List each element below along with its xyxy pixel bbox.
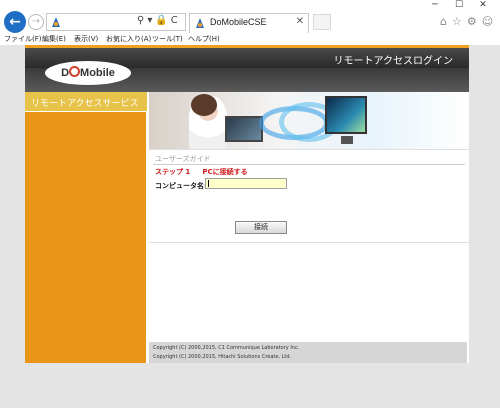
monitor-image bbox=[325, 96, 367, 134]
browser-navbar: ← → ⚲▾🔒C DoMobileCSE ✕ ⌂☆⚙☺ bbox=[0, 10, 500, 34]
banner-image bbox=[149, 92, 469, 150]
domobile-logo: D Mobile bbox=[45, 61, 131, 85]
footer: Copyright (C) 2000,2015, C1 Communique L… bbox=[149, 342, 467, 363]
computer-name-input[interactable] bbox=[205, 178, 287, 189]
new-tab-button[interactable] bbox=[313, 14, 331, 30]
menu-tools[interactable]: ツール(T) bbox=[152, 34, 183, 45]
logo-letter-d: D bbox=[61, 67, 70, 79]
menu-edit[interactable]: 編集(E) bbox=[42, 34, 66, 45]
woman-hair bbox=[191, 94, 217, 116]
address-tools-icons[interactable]: ⚲▾🔒C bbox=[137, 15, 181, 26]
laptop-image bbox=[225, 116, 263, 142]
sidebar: リモートアクセスサービス bbox=[25, 92, 147, 363]
menu-favorites[interactable]: お気に入り(A) bbox=[106, 34, 151, 45]
users-guide-label: ユーザーズガイド bbox=[155, 155, 211, 163]
divider bbox=[153, 164, 465, 165]
sidebar-title: リモートアクセスサービス bbox=[31, 99, 139, 109]
step-number: ステップ 1 bbox=[155, 168, 191, 176]
back-arrow-icon[interactable]: ← bbox=[4, 11, 26, 33]
logo-text: Mobile bbox=[80, 67, 115, 79]
menu-view[interactable]: 表示(V) bbox=[74, 34, 98, 45]
sidebar-header: リモートアクセスサービス bbox=[25, 92, 147, 112]
divider bbox=[149, 242, 469, 243]
close-window-button[interactable]: ✕ bbox=[470, 0, 496, 10]
address-bar[interactable]: ⚲▾🔒C bbox=[46, 13, 186, 31]
tab-title: DoMobileCSE bbox=[210, 17, 267, 27]
window-titlebar: ─ ☐ ✕ bbox=[0, 0, 500, 10]
step-text: PCに接続する bbox=[202, 168, 248, 176]
forward-arrow-icon[interactable]: → bbox=[28, 14, 44, 30]
step-heading: ステップ 1 PCに接続する bbox=[155, 167, 248, 177]
browser-tab[interactable]: DoMobileCSE ✕ bbox=[189, 13, 309, 33]
monitor-stand bbox=[341, 136, 353, 144]
tab-close-icon[interactable]: ✕ bbox=[296, 16, 304, 27]
menu-help[interactable]: ヘルプ(H) bbox=[188, 34, 220, 45]
menu-file[interactable]: ファイル(F) bbox=[4, 34, 42, 45]
domobile-favicon-icon bbox=[52, 17, 60, 27]
menu-bar: ファイル(F) 編集(E) 表示(V) お気に入り(A) ツール(T) ヘルプ(… bbox=[0, 34, 500, 45]
copyright-line: Copyright (C) 2000,2015, Hitachi Solutio… bbox=[153, 354, 292, 360]
page-viewport: リモートアクセスログイン D Mobile リモートアクセスサービス ユーザーズガ… bbox=[0, 45, 500, 408]
login-page: リモートアクセスログイン D Mobile リモートアクセスサービス ユーザーズガ… bbox=[25, 45, 469, 363]
connect-button[interactable]: 接続 bbox=[235, 221, 287, 234]
browser-toolbar-icons[interactable]: ⌂☆⚙☺ bbox=[440, 15, 498, 28]
domobile-favicon-icon bbox=[196, 18, 204, 28]
maximize-button[interactable]: ☐ bbox=[446, 0, 472, 10]
minimize-button[interactable]: ─ bbox=[422, 0, 448, 10]
computer-name-label: コンピュータ名: bbox=[155, 182, 207, 190]
page-title: リモートアクセスログイン bbox=[333, 56, 454, 67]
main-content: ユーザーズガイド ステップ 1 PCに接続する コンピュータ名: 接続 Copyr… bbox=[149, 92, 469, 363]
logo-circle-icon bbox=[69, 66, 81, 77]
copyright-line: Copyright (C) 2000,2015, C1 Communique L… bbox=[153, 345, 300, 351]
